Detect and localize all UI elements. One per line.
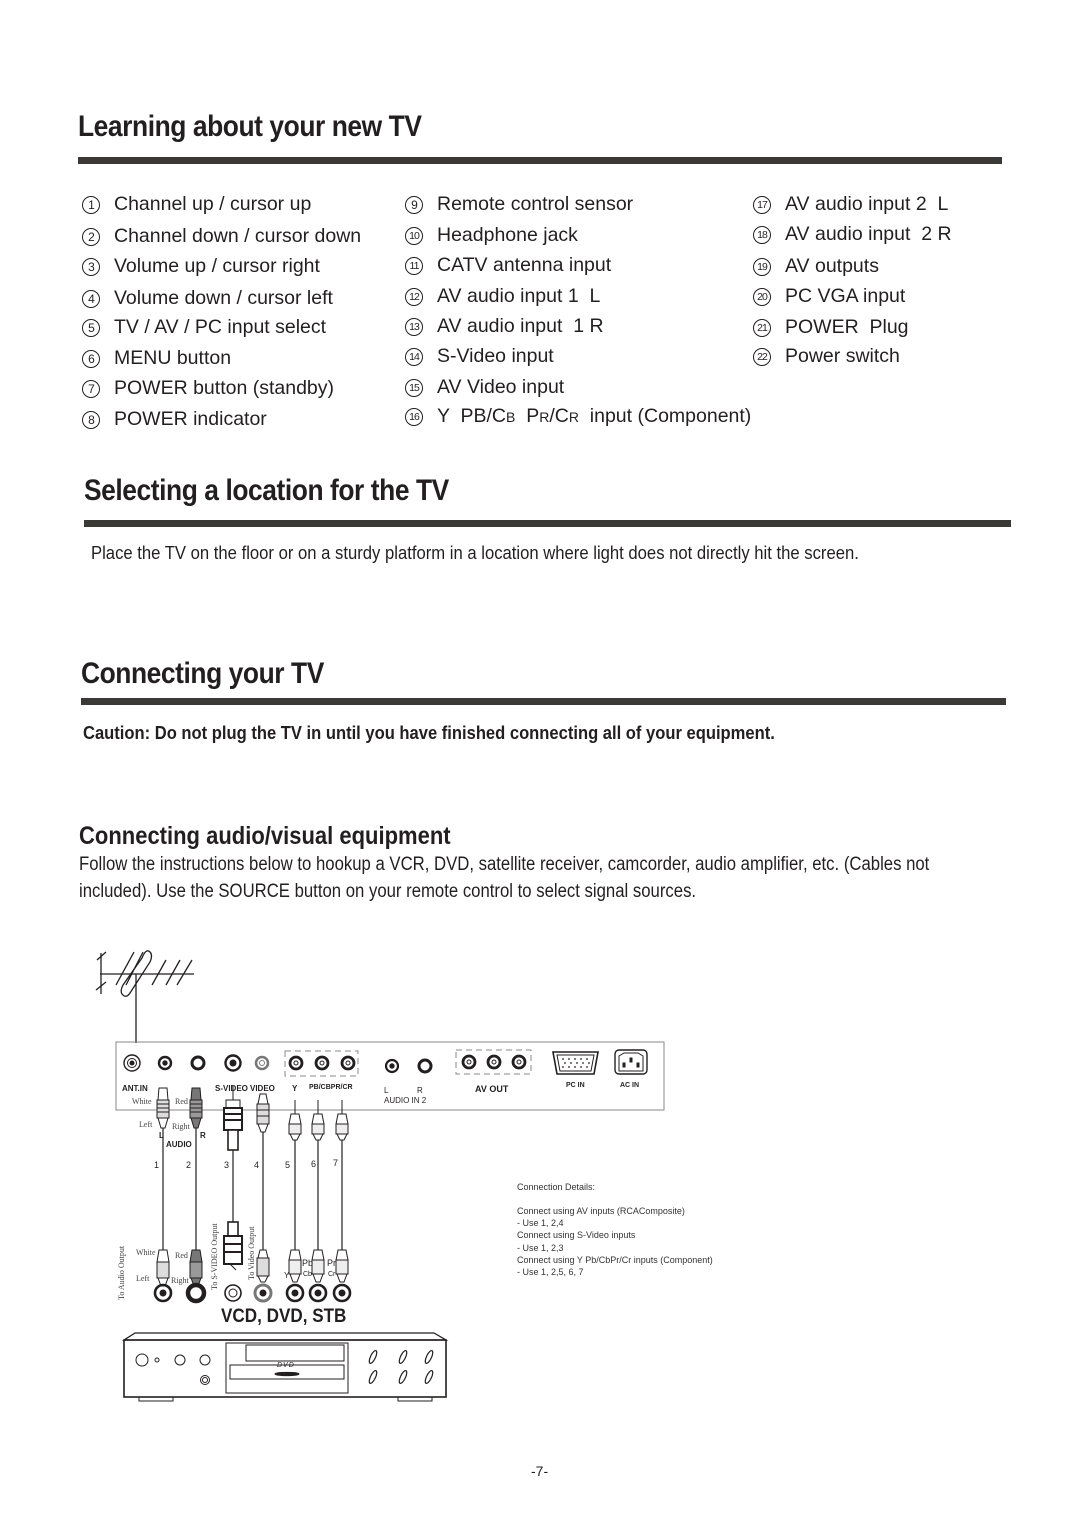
red-device-label: Red	[175, 1251, 188, 1260]
r-cable-label: R	[200, 1131, 206, 1140]
cr-device-label: Cr	[328, 1271, 336, 1278]
connection-detail-line: - Use 1, 2,4	[517, 1218, 564, 1229]
pb-device-label: Pb	[302, 1258, 314, 1268]
connection-detail-line: - Use 1, 2,5, 6, 7	[517, 1267, 584, 1278]
svideo-jack-icon	[224, 1054, 242, 1072]
video-label: VIDEO	[250, 1084, 275, 1093]
audio-jack-l-icon	[157, 1055, 173, 1071]
rca-plug-y-device-icon	[288, 1249, 302, 1283]
device-component-pb-jack-icon	[308, 1283, 328, 1303]
to-video-output-label: To Video Output	[247, 1226, 256, 1280]
svideo-label: S-VIDEO	[215, 1084, 248, 1093]
dvd-power-button-icon	[135, 1353, 149, 1367]
rca-plug-y-icon	[288, 1100, 302, 1141]
white-device-label: White	[136, 1248, 156, 1257]
device-svideo-jack-icon	[224, 1284, 242, 1302]
component-jack-y-icon	[288, 1055, 304, 1071]
device-video-jack-icon	[253, 1283, 273, 1303]
page-number: -7-	[531, 1463, 549, 1479]
audio-in2-label: AUDIO IN 2	[384, 1096, 427, 1105]
left-device-label: Left	[136, 1274, 150, 1283]
audio-in2-r-jack-icon	[417, 1058, 433, 1074]
rca-plug-white-icon	[156, 1087, 170, 1129]
right-device-label: Right	[171, 1276, 189, 1285]
cable-number: 7	[333, 1158, 339, 1168]
connection-detail-line: - Use 1, 2,3	[517, 1242, 564, 1253]
cable-number: 4	[254, 1160, 260, 1170]
to-audio-output-label: To Audio Output	[117, 1245, 126, 1300]
audio-l-label: L	[384, 1086, 389, 1095]
connection-diagram	[95, 950, 665, 1402]
pb-pr-label: PB/CBPR/CR	[309, 1084, 353, 1091]
y-device-label: Y	[284, 1271, 290, 1280]
rca-plug-pr-icon	[335, 1100, 349, 1141]
device-component-pr-jack-icon	[332, 1283, 352, 1303]
cable-number: 6	[311, 1159, 317, 1169]
connection-details-title: Connection Details:	[517, 1182, 596, 1192]
av-out-jack-icon	[461, 1054, 477, 1070]
ac-in-label: AC IN	[620, 1082, 640, 1089]
audio-r-label: R	[417, 1086, 423, 1095]
white-cable-label: White	[132, 1097, 152, 1106]
audio-in2-l-jack-icon	[384, 1058, 400, 1074]
rca-plug-pr-device-icon	[335, 1249, 349, 1283]
l-cable-label: L	[159, 1131, 164, 1140]
dvd-logo: DVD	[277, 1362, 295, 1369]
connection-detail-line: Connect using Y Pb/CbPr/Cr inputs (Compo…	[517, 1254, 713, 1265]
device-audio-r-jack-icon	[185, 1282, 207, 1304]
pc-in-label: PC IN	[566, 1082, 585, 1089]
component-jack-pb-icon	[314, 1055, 330, 1071]
rca-plug-video-icon	[256, 1093, 270, 1133]
rca-plug-pb-icon	[311, 1100, 325, 1141]
to-svideo-output-label: To S-VIDEO Output	[210, 1223, 219, 1290]
audio-jack-r-icon	[190, 1055, 206, 1071]
pr-device-label: Pr	[327, 1258, 336, 1268]
av-out-label: AV OUT	[475, 1084, 509, 1094]
device-name-label: VCD, DVD, STB	[221, 1306, 347, 1327]
video-jack-icon	[254, 1055, 270, 1071]
audio-cable-label: AUDIO	[166, 1140, 192, 1149]
device-component-y-jack-icon	[285, 1283, 305, 1303]
connection-details-list: Connect using AV inputs (RCAComposite) -…	[517, 1205, 713, 1278]
antenna-icon	[95, 950, 194, 1043]
red-cable-label: Red	[175, 1097, 188, 1106]
connection-detail-line: Connect using AV inputs (RCAComposite)	[517, 1206, 685, 1216]
cable-number: 3	[224, 1160, 230, 1170]
svideo-plug-icon	[223, 1086, 243, 1151]
rca-plug-white-device-icon	[156, 1249, 170, 1287]
antenna-jack-icon	[123, 1054, 141, 1072]
left-cable-label: Left	[139, 1120, 153, 1129]
rca-plug-red-icon	[189, 1087, 203, 1129]
rca-plug-red-device-icon	[189, 1249, 203, 1287]
av-out-jack-icon	[511, 1054, 527, 1070]
y-label: Y	[292, 1084, 298, 1093]
cb-device-label: Cb	[303, 1271, 312, 1278]
av-out-jack-icon	[486, 1054, 502, 1070]
rca-plug-pb-device-icon	[311, 1249, 325, 1283]
ac-power-socket-icon	[614, 1049, 648, 1075]
connection-detail-line: Connect using S-Video inputs	[517, 1230, 636, 1241]
rca-plug-video-device-icon	[256, 1249, 270, 1283]
right-cable-label: Right	[172, 1122, 190, 1131]
device-audio-l-jack-icon	[153, 1283, 173, 1303]
cable-number: 2	[186, 1160, 192, 1170]
cable-number: 1	[154, 1160, 160, 1170]
ant-in-label: ANT.IN	[122, 1084, 148, 1093]
cable-number: 5	[285, 1160, 291, 1170]
component-jack-pr-icon	[340, 1055, 356, 1071]
svideo-plug-device-icon	[223, 1221, 243, 1271]
vga-port-icon	[552, 1051, 599, 1075]
